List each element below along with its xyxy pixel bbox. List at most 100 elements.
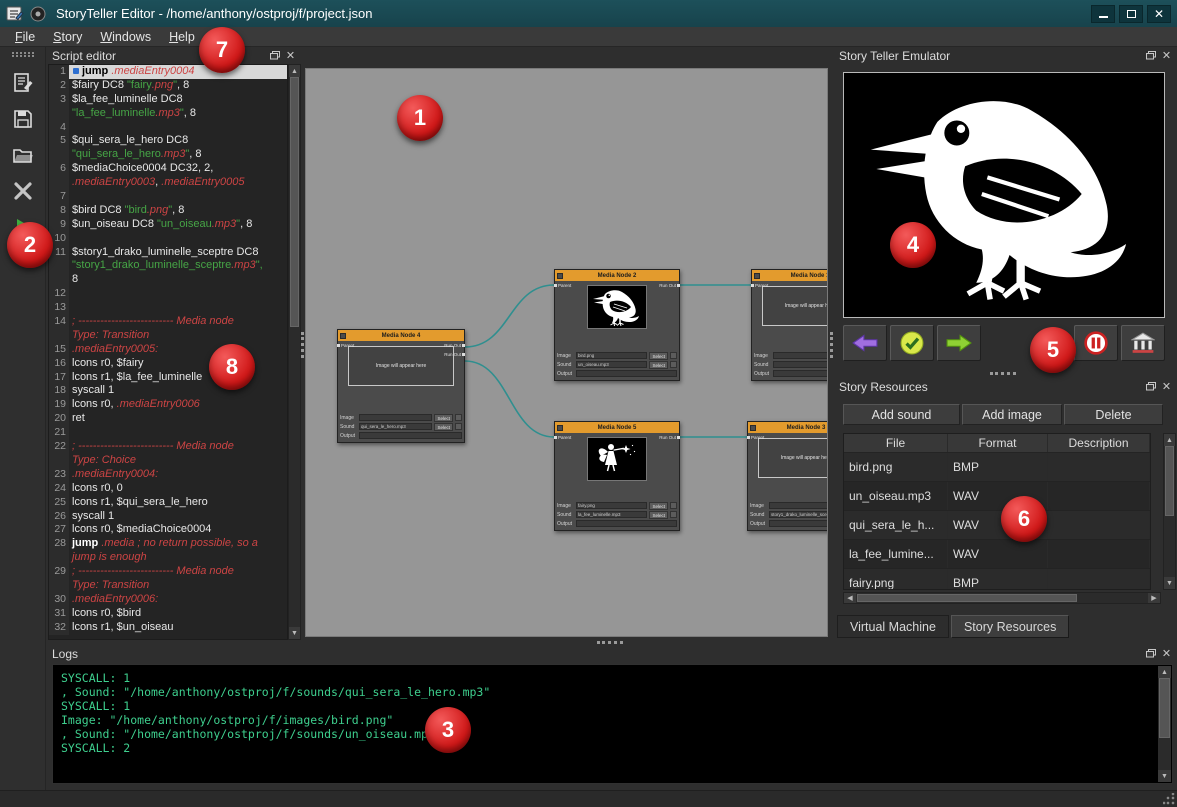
code-line[interactable]: 19lcons r0, .mediaEntry0006	[49, 398, 287, 412]
code-line[interactable]: 8	[49, 273, 287, 287]
float-panel-icon[interactable]	[1144, 648, 1157, 660]
node-field-value[interactable]	[769, 520, 828, 527]
tab-virtual-machine[interactable]: Virtual Machine	[837, 615, 949, 638]
node-field-value[interactable]: un_oiseau.mp3	[576, 361, 647, 368]
browse-icon[interactable]	[670, 511, 677, 518]
select-button[interactable]: Select	[649, 511, 668, 519]
code-line[interactable]: .mediaEntry0003, .mediaEntry0005	[49, 176, 287, 190]
input-port[interactable]: Parent	[755, 283, 768, 288]
output-port[interactable]: Run Out	[659, 435, 676, 440]
menu-item-story[interactable]: Story	[44, 28, 91, 46]
code-line[interactable]: 14; -------------------------- Media nod…	[49, 315, 287, 329]
code-line[interactable]: 13	[49, 301, 287, 315]
code-line[interactable]: Type: Transition	[49, 329, 287, 343]
select-button[interactable]: Select	[434, 423, 453, 431]
new-script-button[interactable]	[7, 68, 39, 98]
graph-node[interactable]: Media Node 4Image will appear hereParent…	[337, 329, 465, 443]
open-button[interactable]	[7, 140, 39, 170]
float-panel-icon[interactable]	[268, 50, 281, 62]
node-field-value[interactable]	[773, 352, 828, 359]
scroll-left-icon[interactable]: ◀	[844, 593, 856, 603]
code-line[interactable]: 7	[49, 190, 287, 204]
node-canvas[interactable]: Media Node 4Image will appear hereParent…	[305, 68, 828, 637]
code-line[interactable]: 4	[49, 121, 287, 135]
output-port[interactable]: Run Out	[444, 343, 461, 348]
browse-icon[interactable]	[670, 352, 677, 359]
code-editor[interactable]: 1jump .mediaEntry00042$fairy DC8 "fairy.…	[48, 64, 288, 640]
scroll-thumb[interactable]	[1159, 678, 1170, 738]
close-button[interactable]: ✕	[1147, 5, 1171, 23]
float-panel-icon[interactable]	[1144, 50, 1157, 62]
select-button[interactable]: Select	[434, 414, 453, 422]
graph-node[interactable]: Media Node 5ParentRun OutImagefairy.pngS…	[554, 421, 680, 531]
validate-button[interactable]	[890, 325, 934, 361]
node-field-value[interactable]	[576, 370, 677, 377]
select-button[interactable]: Select	[649, 352, 668, 360]
node-field-value[interactable]	[773, 370, 828, 377]
browse-icon[interactable]	[455, 423, 462, 430]
maximize-button[interactable]	[1119, 5, 1143, 23]
code-line[interactable]: 1jump .mediaEntry0004	[49, 65, 287, 79]
code-line[interactable]: 28jump .media ; no return possible, so a	[49, 537, 287, 551]
input-port[interactable]: Parent	[341, 343, 354, 348]
resources-scrollbar-horizontal[interactable]: ◀ ▶	[843, 592, 1161, 604]
node-field-value[interactable]: fairy.png	[576, 502, 647, 509]
code-line[interactable]: 20ret	[49, 412, 287, 426]
float-panel-icon[interactable]	[1144, 381, 1157, 393]
scroll-thumb[interactable]	[857, 594, 1077, 602]
splitter-emulator-resources[interactable]	[990, 372, 1016, 375]
graph-node[interactable]: Media Node 1Image will appear hereParent…	[751, 269, 828, 381]
code-line[interactable]: 30.mediaEntry0006:	[49, 593, 287, 607]
table-header[interactable]: File Format Description	[844, 434, 1150, 453]
scroll-up-icon[interactable]: ▲	[1158, 666, 1171, 678]
scroll-down-icon[interactable]: ▼	[289, 627, 300, 639]
code-line[interactable]: 5$qui_sera_le_hero DC8	[49, 134, 287, 148]
node-field-value[interactable]: story1_drako_luminelle_sceptre.mp3	[769, 511, 828, 518]
code-line[interactable]: "qui_sera_le_hero.mp3", 8	[49, 148, 287, 162]
code-line[interactable]: 27lcons r0, $mediaChoice0004	[49, 523, 287, 537]
code-line[interactable]: "story1_drako_luminelle_sceptre.mp3",	[49, 259, 287, 273]
scroll-thumb[interactable]	[290, 77, 299, 327]
minimize-button[interactable]	[1091, 5, 1115, 23]
input-port[interactable]: Parent	[558, 283, 571, 288]
code-line[interactable]: 6$mediaChoice0004 DC32, 2,	[49, 162, 287, 176]
code-line[interactable]: 31lcons r0, $bird	[49, 607, 287, 621]
select-button[interactable]: Select	[649, 361, 668, 369]
browse-icon[interactable]	[670, 361, 677, 368]
add-image-button[interactable]: Add image	[962, 404, 1062, 425]
close-panel-icon[interactable]: ✕	[284, 50, 297, 62]
pause-button[interactable]	[1074, 325, 1118, 361]
scroll-down-icon[interactable]: ▼	[1158, 770, 1171, 782]
code-line[interactable]: 10	[49, 232, 287, 246]
splitter-bottom[interactable]	[597, 641, 623, 644]
code-line[interactable]: 2$fairy DC8 "fairy.png", 8	[49, 79, 287, 93]
table-row[interactable]: la_fee_lumine...WAV	[844, 540, 1150, 569]
scroll-up-icon[interactable]: ▲	[289, 65, 300, 77]
splitter-left[interactable]	[301, 332, 304, 358]
splitter-right[interactable]	[830, 332, 833, 358]
code-line[interactable]: 9$un_oiseau DC8 "un_oiseau.mp3", 8	[49, 218, 287, 232]
code-line[interactable]: 24lcons r0, 0	[49, 482, 287, 496]
resources-scrollbar-vertical[interactable]: ▲ ▼	[1163, 433, 1176, 590]
menu-item-file[interactable]: File	[6, 28, 44, 46]
back-arrow-button[interactable]	[843, 325, 887, 361]
table-row[interactable]: un_oiseau.mp3WAV	[844, 482, 1150, 511]
node-field-value[interactable]	[769, 502, 828, 509]
node-field-value[interactable]	[359, 432, 462, 439]
code-line[interactable]: 32lcons r1, $un_oiseau	[49, 621, 287, 635]
scroll-down-icon[interactable]: ▼	[1164, 577, 1175, 589]
node-field-value[interactable]: la_fee_luminelle.mp3	[576, 511, 647, 518]
node-field-value[interactable]: qui_sera_le_hero.mp3	[359, 423, 432, 430]
code-line[interactable]: "la_fee_luminelle.mp3", 8	[49, 107, 287, 121]
tab-story-resources[interactable]: Story Resources	[951, 615, 1069, 638]
menu-item-windows[interactable]: Windows	[91, 28, 160, 46]
node-field-value[interactable]	[576, 520, 677, 527]
code-line[interactable]: 3$la_fee_luminelle DC8	[49, 93, 287, 107]
resize-grip[interactable]	[1163, 793, 1175, 805]
column-file[interactable]: File	[844, 434, 948, 452]
table-row[interactable]: bird.pngBMP	[844, 453, 1150, 482]
logs-scrollbar[interactable]: ▲ ▼	[1158, 666, 1171, 782]
node-field-value[interactable]	[773, 361, 828, 368]
code-line[interactable]: 26syscall 1	[49, 510, 287, 524]
code-line[interactable]: 22; -------------------------- Media nod…	[49, 440, 287, 454]
